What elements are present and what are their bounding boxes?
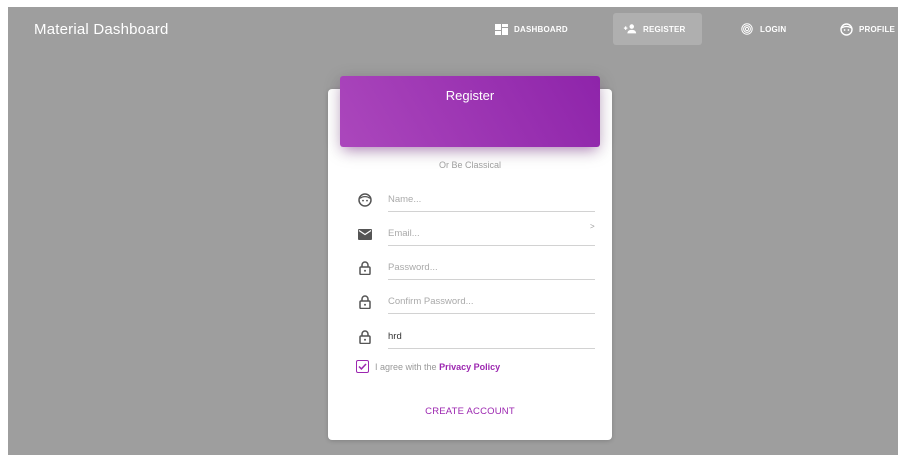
dashboard-icon	[494, 22, 508, 36]
nav-dashboard-label: DASHBOARD	[514, 24, 568, 34]
extra-field	[355, 325, 595, 351]
page-background: Material Dashboard DASHBOARD REGISTER LO…	[8, 7, 898, 455]
password-field	[355, 256, 595, 282]
fingerprint-icon	[740, 22, 754, 36]
agree-text: I agree with the	[375, 361, 437, 372]
lock-icon	[358, 330, 372, 344]
mail-icon	[358, 227, 372, 241]
card-subtitle: Or Be Classical	[438, 160, 501, 170]
nav-dashboard[interactable]: DASHBOARD	[484, 13, 578, 45]
name-field	[355, 188, 595, 214]
confirm-password-input[interactable]	[388, 290, 595, 314]
nav-profile[interactable]: PROFILE	[829, 13, 898, 45]
password-input[interactable]	[388, 256, 595, 280]
agree-row: I agree with the Privacy Policy	[356, 359, 500, 374]
email-field	[355, 222, 595, 248]
nav-login[interactable]: LOGIN	[730, 13, 796, 45]
face-icon	[839, 22, 853, 36]
nav-register[interactable]: REGISTER	[613, 13, 702, 45]
nav-login-label: LOGIN	[760, 24, 787, 34]
agree-checkbox[interactable]	[356, 360, 369, 373]
stray-mark: >	[590, 222, 595, 231]
lock-icon	[358, 295, 372, 309]
email-input[interactable]	[388, 222, 595, 246]
nav-profile-label: PROFILE	[859, 24, 896, 34]
lock-icon	[358, 261, 372, 275]
confirm-password-field	[355, 290, 595, 316]
brand-title[interactable]: Material Dashboard	[34, 21, 169, 38]
checkmark-icon	[358, 363, 367, 370]
face-icon	[358, 193, 372, 207]
create-account-button[interactable]: CREATE ACCOUNT	[328, 405, 612, 418]
card-header: Register	[340, 76, 600, 147]
name-input[interactable]	[388, 188, 595, 212]
extra-input[interactable]	[388, 325, 595, 349]
nav-register-label: REGISTER	[643, 24, 686, 34]
card-title: Register	[445, 88, 495, 103]
person-add-icon	[623, 22, 637, 36]
privacy-policy-link[interactable]: Privacy Policy	[439, 362, 500, 372]
